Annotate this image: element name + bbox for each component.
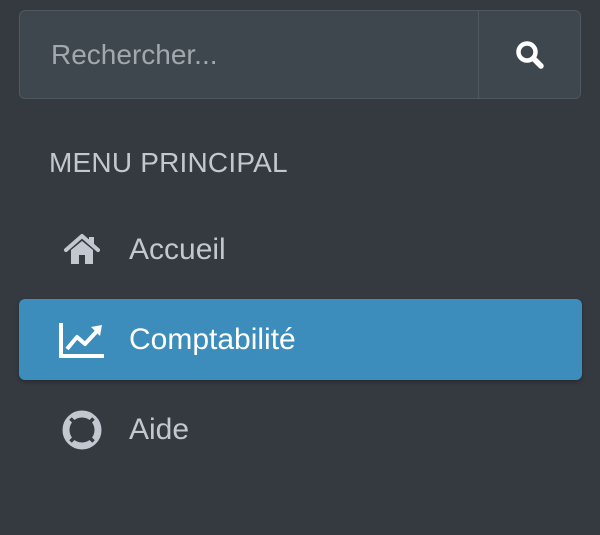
sidebar-item-accueil[interactable]: Accueil [19,209,582,290]
search-button[interactable] [478,11,580,98]
sidebar-search [19,10,581,99]
sidebar-item-comptabilite[interactable]: Comptabilité [19,299,582,380]
home-icon [55,230,109,270]
search-input[interactable] [20,11,478,98]
chart-line-icon [55,320,109,360]
menu-header: MENU PRINCIPAL [49,147,288,178]
search-icon [515,40,544,69]
sidebar-item-label: Aide [129,412,190,446]
life-ring-icon [55,410,109,450]
sidebar-item-label: Accueil [129,232,226,266]
sidebar-item-label: Comptabilité [129,322,296,356]
sidebar-item-aide[interactable]: Aide [19,389,582,470]
